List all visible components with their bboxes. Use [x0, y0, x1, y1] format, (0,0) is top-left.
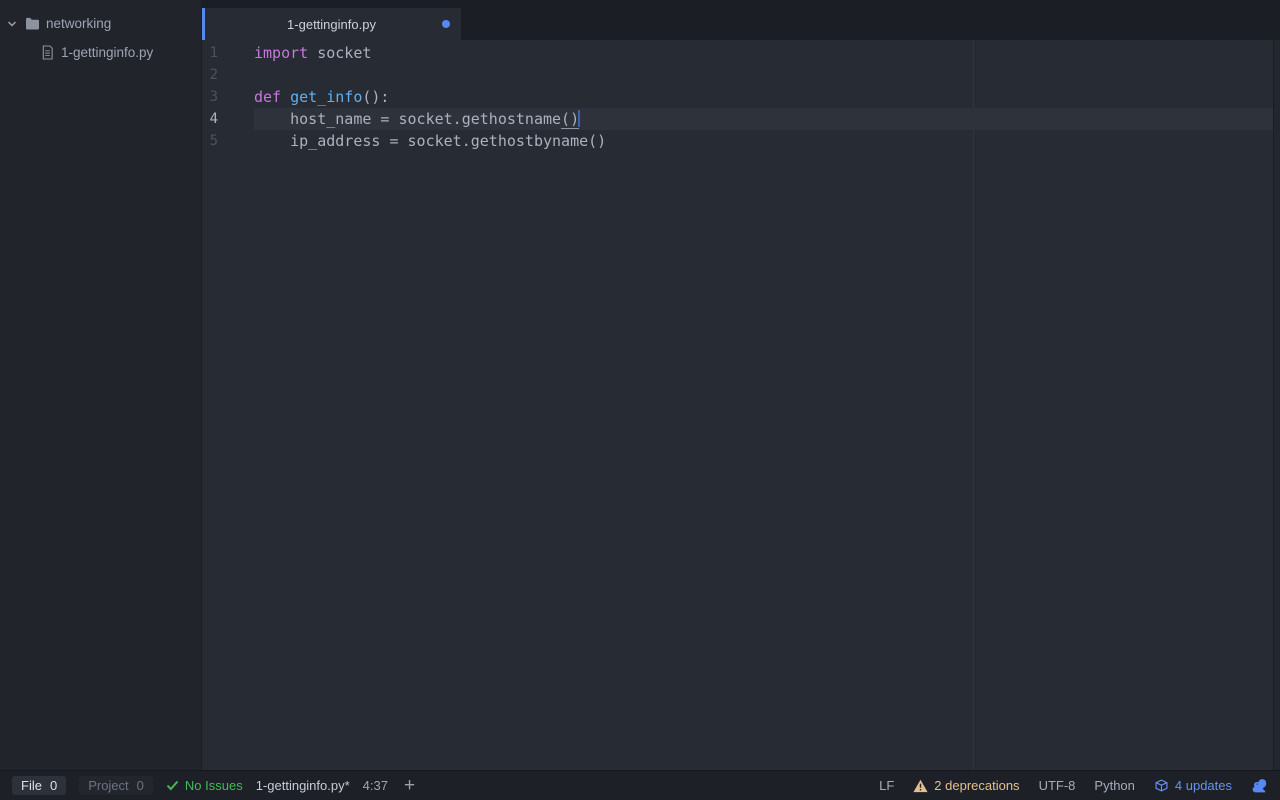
tree-view-panel: networking 1-gettinginfo.py [0, 0, 202, 770]
active-tab-indicator [202, 8, 205, 40]
encoding-selector[interactable]: UTF-8 [1039, 778, 1076, 793]
plain-token: host_name = socket.gethostname [254, 110, 562, 128]
function-name-token: get_info [290, 88, 363, 106]
tree-folder-label: networking [46, 16, 112, 31]
tree-file-label: 1-gettinginfo.py [61, 45, 154, 60]
keyword-token: def [254, 88, 291, 106]
package-updates-status[interactable]: 4 updates [1154, 778, 1232, 793]
code-line-5: 5 ip_address = socket.gethostbyname() [202, 130, 1280, 152]
status-bar-left: File 0 Project 0 No Issues 1-gettinginfo.p… [12, 776, 418, 795]
linter-file-scope-button[interactable]: File 0 [12, 776, 67, 795]
text-editor[interactable]: 1 import socket 2 3 def get_info(): 4 ho… [202, 40, 1280, 770]
vertical-scrollbar[interactable] [1273, 40, 1280, 770]
check-icon [166, 780, 179, 791]
line-number[interactable]: 1 [202, 42, 254, 64]
tab-1-gettinginfo[interactable]: 1-gettinginfo.py [202, 8, 461, 40]
tree-file-item[interactable]: 1-gettinginfo.py [0, 38, 201, 67]
line-number[interactable]: 2 [202, 64, 254, 86]
cursor-position-button[interactable]: 4:37 [363, 778, 388, 793]
linter-no-issues-status[interactable]: No Issues [166, 778, 243, 793]
code-line-2: 2 [202, 64, 1280, 86]
plain-token: ip_address = socket.gethostbyname() [254, 132, 607, 150]
editor-window: networking 1-gettinginfo.py 1-gettinginf… [0, 0, 1280, 800]
matched-bracket-open: ( [561, 110, 571, 129]
keyword-token: import [254, 44, 309, 62]
code-lines: 1 import socket 2 3 def get_info(): 4 ho… [202, 40, 1280, 152]
tree-folder-networking[interactable]: networking [0, 9, 201, 38]
line-ending-selector[interactable]: LF [879, 778, 894, 793]
grammar-selector[interactable]: Python [1094, 778, 1134, 793]
linter-project-count: 0 [136, 778, 144, 793]
chevron-down-icon[interactable] [7, 19, 20, 29]
linter-project-scope-button[interactable]: Project 0 [79, 776, 153, 795]
deprecations-status[interactable]: 2 deprecations [913, 778, 1020, 793]
plain-token: (): [362, 88, 390, 106]
line-number[interactable]: 4 [202, 108, 254, 130]
code-line-4-active: 4 host_name = socket.gethostname() [202, 108, 1280, 130]
plus-icon[interactable]: + [401, 776, 418, 795]
status-current-file: 1-gettinginfo.py* [255, 778, 350, 793]
linter-file-count: 0 [49, 778, 58, 793]
squirrel-icon[interactable] [1251, 778, 1268, 794]
warning-triangle-icon [913, 779, 928, 793]
package-icon [1154, 778, 1169, 793]
folder-icon [23, 17, 41, 30]
tab-title: 1-gettinginfo.py [287, 16, 376, 32]
tab-modified-indicator[interactable] [442, 20, 450, 28]
status-bar-right: LF 2 deprecations UTF-8 Python 4 updates [879, 778, 1268, 794]
status-bar: File 0 Project 0 No Issues 1-gettinginfo.p… [0, 770, 1280, 800]
tab-bar: 1-gettinginfo.py [202, 0, 1280, 40]
text-cursor [578, 110, 581, 127]
file-text-icon [38, 45, 56, 60]
code-line-1: 1 import socket [202, 42, 1280, 64]
line-number[interactable]: 3 [202, 86, 254, 108]
plain-token: socket [308, 44, 372, 62]
line-number[interactable]: 5 [202, 130, 254, 152]
code-line-3: 3 def get_info(): [202, 86, 1280, 108]
